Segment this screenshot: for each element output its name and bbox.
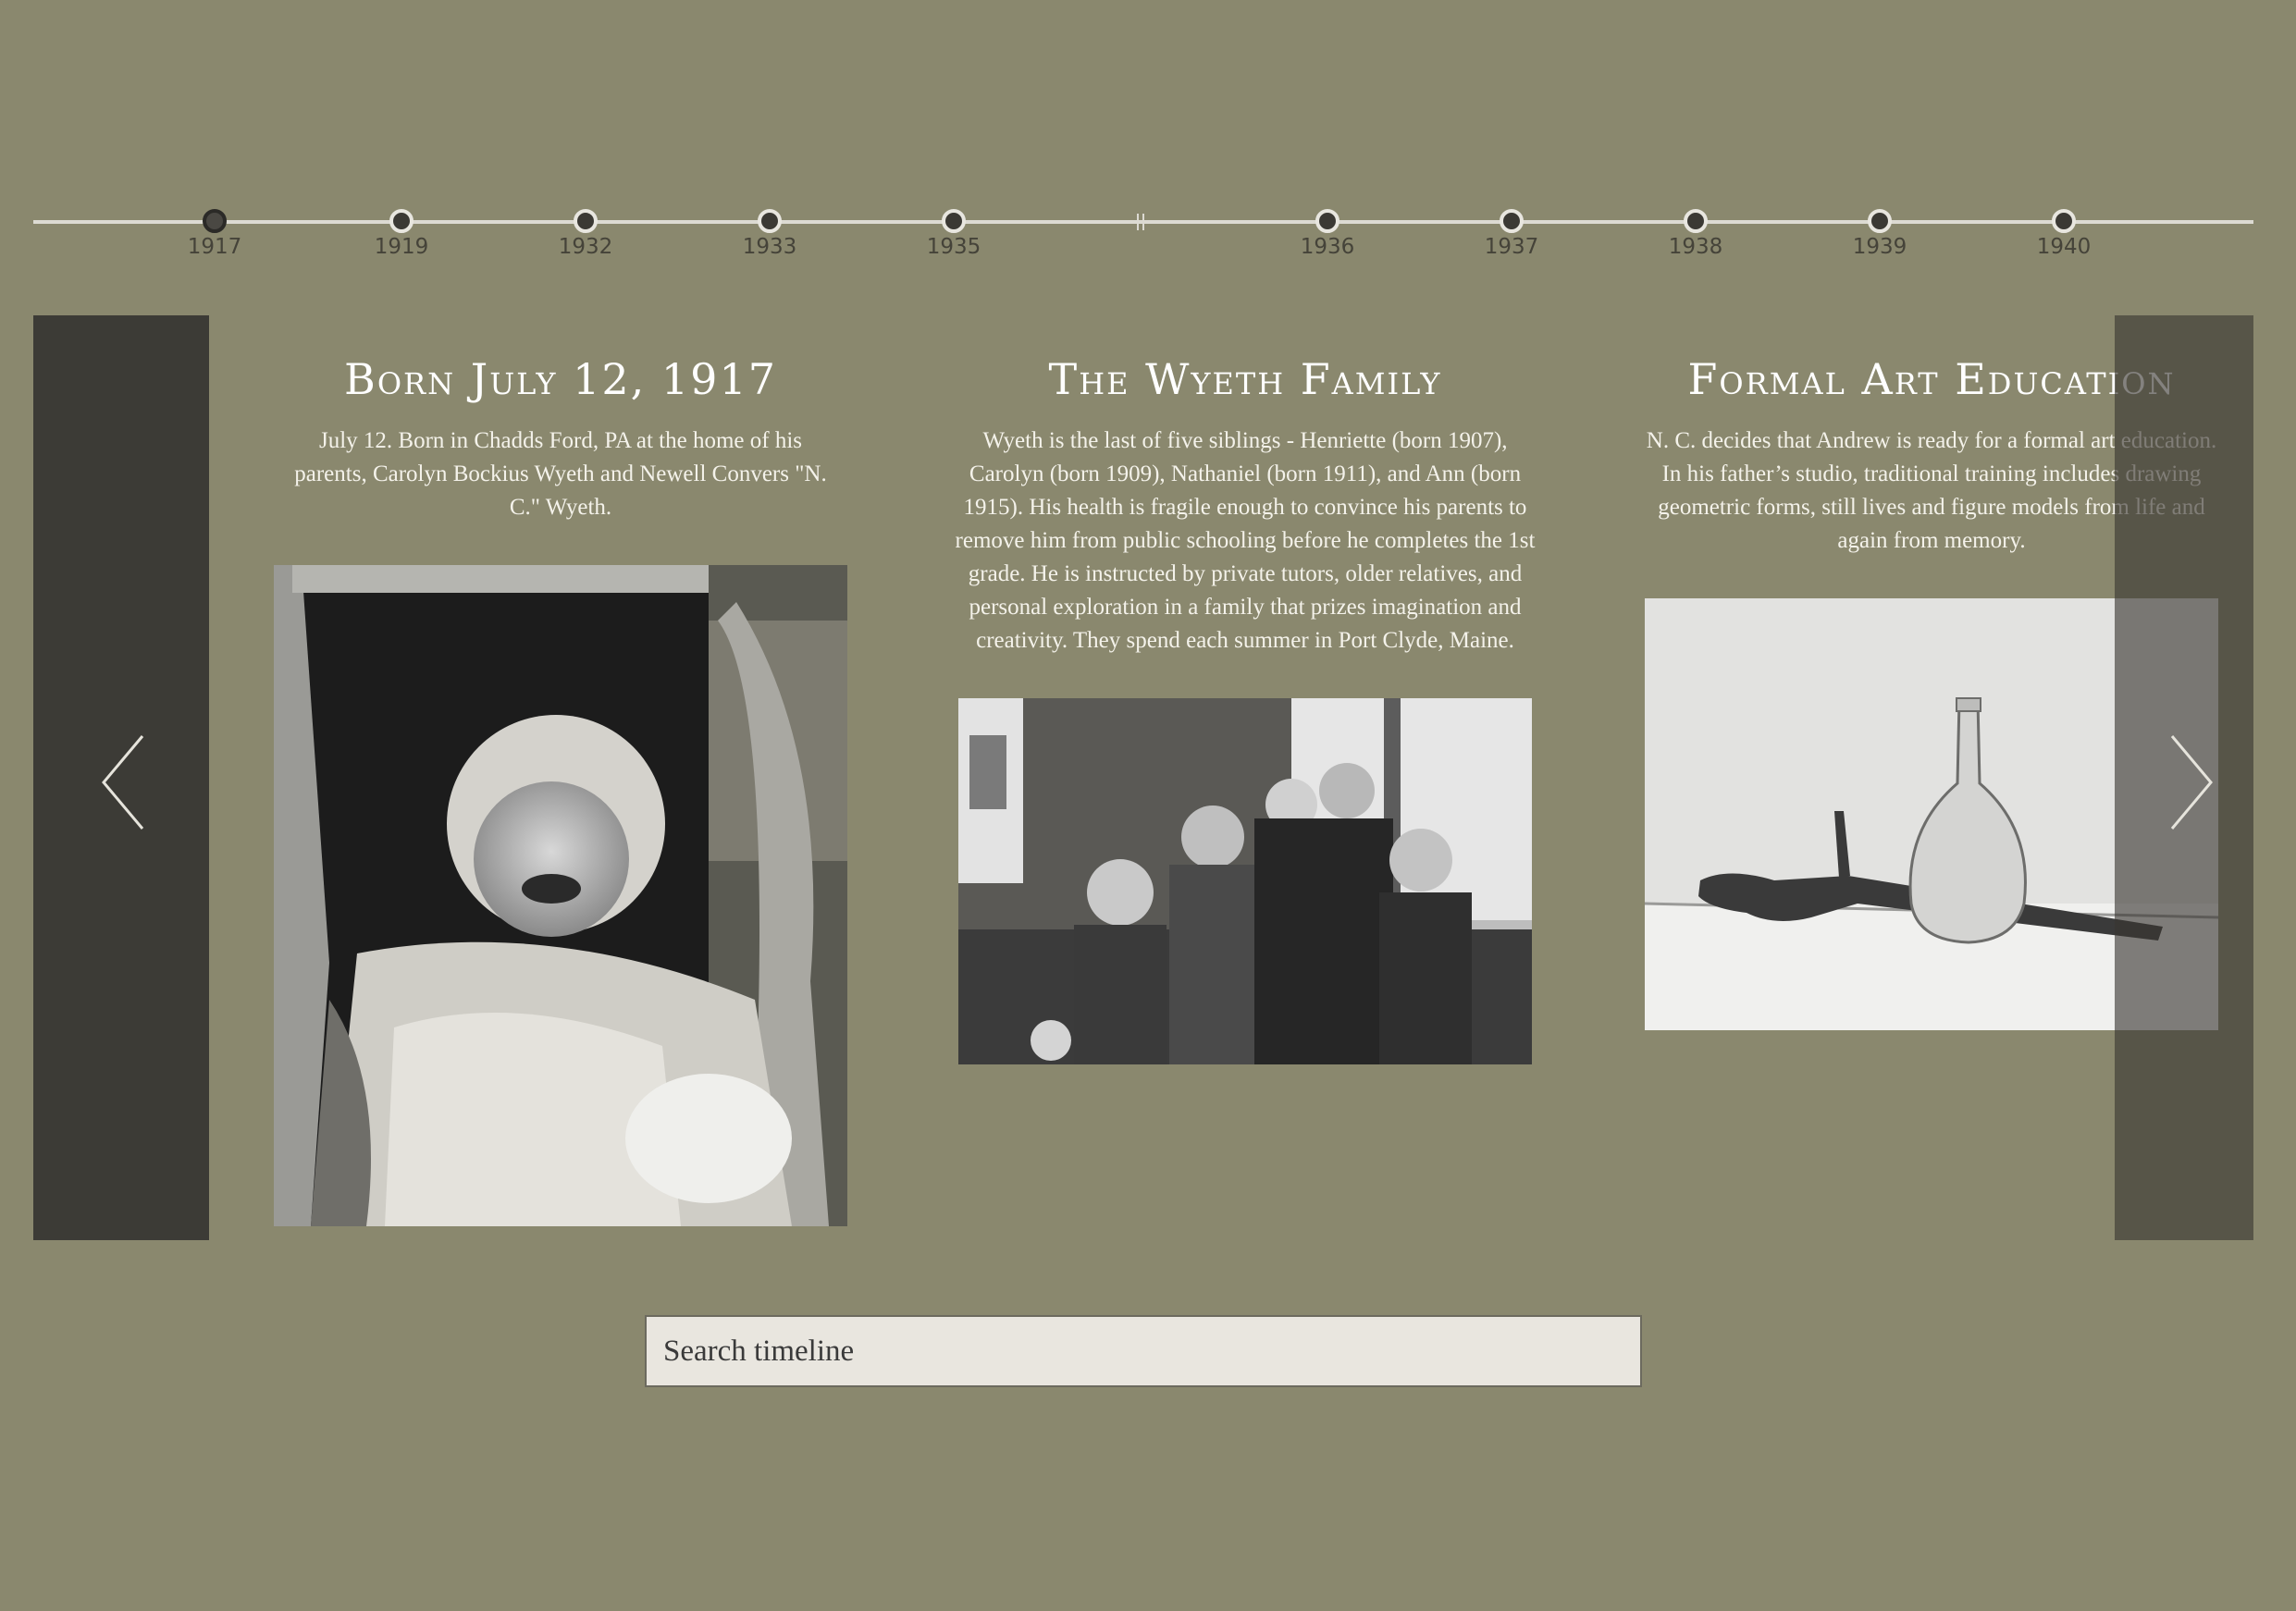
timeline-dot bbox=[1315, 209, 1339, 233]
five-children-group-photo bbox=[958, 698, 1532, 1064]
timeline-item-1935[interactable]: 1935 bbox=[898, 185, 1009, 268]
timeline-item-1939[interactable]: 1939 bbox=[1824, 185, 1935, 268]
next-slide-button[interactable] bbox=[2115, 315, 2253, 1240]
timeline-year-label: 1936 bbox=[1300, 235, 1355, 259]
timeline-year-label: 1933 bbox=[742, 235, 797, 259]
search-timeline-input[interactable] bbox=[645, 1315, 1642, 1387]
timeline-dot bbox=[389, 209, 414, 233]
timeline-year-label: 1919 bbox=[374, 235, 429, 259]
timeline-item-1938[interactable]: 1938 bbox=[1640, 185, 1751, 268]
slide-card: The Wyeth Family Wyeth is the last of fi… bbox=[949, 354, 1541, 1064]
timeline-dot bbox=[203, 209, 227, 233]
card-title: Born July 12, 1917 bbox=[344, 354, 777, 404]
timeline-nav: 1917 1919 1932 1933 1935 1936 1937 1938 bbox=[33, 185, 2253, 277]
timeline-dot bbox=[1500, 209, 1524, 233]
timeline-item-1937[interactable]: 1937 bbox=[1456, 185, 1567, 268]
timeline-year-label: 1940 bbox=[2036, 235, 2092, 259]
previous-slide-button[interactable] bbox=[33, 315, 209, 1240]
timeline-year-label: 1932 bbox=[558, 235, 613, 259]
timeline-year-label: 1917 bbox=[187, 235, 242, 259]
timeline-year-label: 1937 bbox=[1484, 235, 1539, 259]
timeline-item-1919[interactable]: 1919 bbox=[346, 185, 457, 268]
timeline-dot bbox=[1684, 209, 1708, 233]
timeline-year-label: 1935 bbox=[926, 235, 981, 259]
timeline-year-label: 1939 bbox=[1852, 235, 1907, 259]
timeline-dot bbox=[574, 209, 598, 233]
timeline-item-1932[interactable]: 1932 bbox=[530, 185, 641, 268]
card-description: Wyeth is the last of five siblings - Hen… bbox=[955, 428, 1536, 653]
timeline-item-1940[interactable]: 1940 bbox=[2008, 185, 2119, 268]
slide-card: Born July 12, 1917 July 12. Born in Chad… bbox=[265, 354, 857, 1226]
timeline-item-1933[interactable]: 1933 bbox=[714, 185, 825, 268]
card-description: July 12. Born in Chadds Ford, PA at the … bbox=[294, 428, 827, 520]
chevron-left-icon bbox=[102, 735, 144, 830]
chevron-right-icon bbox=[2170, 735, 2213, 830]
timeline-dot bbox=[942, 209, 966, 233]
timeline-break-marker bbox=[1137, 214, 1144, 230]
timeline-item-1936[interactable]: 1936 bbox=[1272, 185, 1383, 268]
timeline-dot bbox=[1868, 209, 1892, 233]
timeline-item-1917[interactable]: 1917 bbox=[159, 185, 270, 268]
timeline-dot bbox=[758, 209, 782, 233]
timeline-year-label: 1938 bbox=[1668, 235, 1723, 259]
timeline-dot bbox=[2052, 209, 2076, 233]
timeline-page: 1917 1919 1932 1933 1935 1936 1937 1938 bbox=[0, 0, 2296, 1611]
card-title: The Wyeth Family bbox=[1048, 354, 1442, 404]
baby-in-wicker-carriage-photo bbox=[274, 565, 847, 1226]
